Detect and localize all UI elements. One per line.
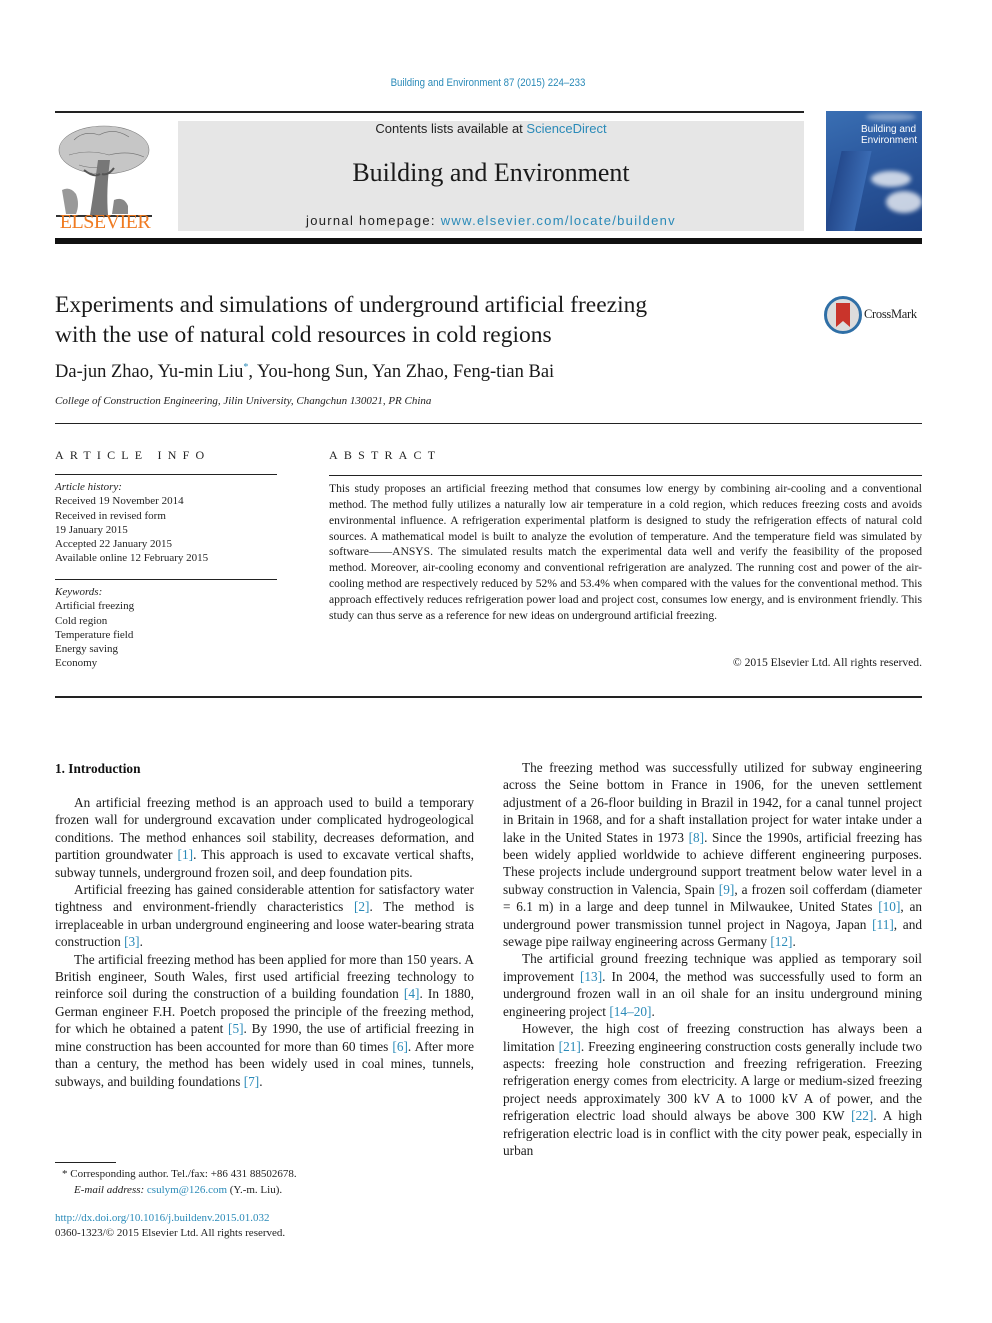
- keywords-label: Keywords:: [55, 586, 103, 598]
- abstract-text: This study proposes an artificial freezi…: [329, 482, 922, 622]
- homepage-line: journal homepage: www.elsevier.com/locat…: [178, 213, 804, 228]
- history-item: Received in revised form: [55, 509, 166, 522]
- email-label: E-mail address:: [74, 1184, 145, 1196]
- reference-link[interactable]: [11]: [872, 917, 894, 932]
- body-text: .: [139, 934, 143, 950]
- cover-cloud: [871, 171, 911, 187]
- reference-link[interactable]: [10]: [878, 899, 900, 914]
- journal-cover-image[interactable]: Building and Environment: [826, 111, 922, 231]
- body-paragraph: Artificial freezing has gained considera…: [55, 881, 474, 951]
- author-list: Da-jun Zhao, Yu-min Liu*, You-hong Sun, …: [55, 362, 554, 383]
- email-line: E-mail address: csulym@126.com (Y.-m. Li…: [62, 1182, 297, 1198]
- reference-link[interactable]: [7]: [244, 1074, 260, 1089]
- homepage-prefix: journal homepage:: [306, 213, 441, 228]
- journal-masthead: Contents lists available at ScienceDirec…: [178, 121, 804, 231]
- contents-line: Contents lists available at ScienceDirec…: [178, 121, 804, 136]
- body-text: .: [792, 934, 796, 950]
- cover-building-graphic: [826, 151, 872, 231]
- section-title-introduction: 1. Introduction: [55, 761, 141, 776]
- keyword-item: Economy: [55, 657, 98, 670]
- keyword-item: Temperature field: [55, 628, 134, 641]
- body-paragraph: However, the high cost of freezing const…: [503, 1020, 922, 1159]
- article-history: Article history: Received 19 November 20…: [55, 480, 277, 566]
- title-separator: [55, 423, 922, 424]
- email-suffix: (Y.-m. Liu).: [227, 1184, 283, 1196]
- keywords-rule: [55, 579, 277, 580]
- doi-block: http://dx.doi.org/10.1016/j.buildenv.201…: [55, 1211, 285, 1241]
- article-title: Experiments and simulations of undergrou…: [55, 290, 775, 350]
- elsevier-wordmark[interactable]: ELSEVIER: [54, 211, 156, 234]
- article-info-heading: ARTICLE INFO: [55, 448, 211, 462]
- reference-link[interactable]: [12]: [770, 934, 792, 949]
- cover-cloud: [886, 191, 922, 213]
- history-item: Available online 12 February 2015: [55, 552, 209, 565]
- body-paragraph: The freezing method was successfully uti…: [503, 759, 922, 950]
- abstract-heading: ABSTRACT: [329, 448, 442, 462]
- history-item: 19 January 2015: [55, 523, 128, 536]
- keyword-item: Artificial freezing: [55, 600, 135, 613]
- crossmark-label: CrossMark: [864, 307, 917, 321]
- reference-link[interactable]: [9]: [719, 882, 735, 897]
- crossmark-icon: [824, 296, 862, 334]
- history-item: Accepted 22 January 2015: [55, 538, 172, 551]
- masthead-rule: [55, 238, 922, 244]
- article-info-rule: [55, 474, 277, 475]
- reference-link[interactable]: [1]: [178, 847, 194, 862]
- footnote-rule: [55, 1162, 116, 1163]
- affiliation: College of Construction Engineering, Jil…: [55, 395, 432, 407]
- article-title-line: Experiments and simulations of undergrou…: [55, 292, 648, 318]
- sciencedirect-link[interactable]: ScienceDirect: [526, 121, 606, 136]
- contents-prefix: Contents lists available at: [375, 121, 527, 136]
- article-history-label: Article history:: [55, 481, 122, 493]
- cover-title-line: Building and: [861, 124, 917, 135]
- journal-title: Building and Environment: [352, 158, 630, 187]
- authors-first: Da-jun Zhao, Yu-min Liu: [55, 362, 244, 383]
- body-paragraph: The artificial freezing method has been …: [55, 951, 474, 1090]
- abstract-bottom-rule: [55, 696, 922, 698]
- keyword-item: Energy saving: [55, 643, 119, 656]
- reference-link[interactable]: [8]: [689, 830, 705, 845]
- crossmark-button[interactable]: CrossMark: [824, 296, 939, 336]
- cover-title: Building and Environment: [861, 124, 917, 146]
- body-text: .: [259, 1073, 263, 1089]
- body-column-right: The freezing method was successfully uti…: [503, 759, 922, 1159]
- article-title-line: with the use of natural cold resources i…: [55, 322, 552, 348]
- authors-rest: , You-hong Sun, Yan Zhao, Feng-tian Bai: [248, 362, 555, 383]
- reference-link[interactable]: [21]: [559, 1039, 581, 1054]
- body-paragraph: The artificial ground freezing technique…: [503, 950, 922, 1020]
- keyword-item: Cold region: [55, 614, 108, 627]
- journal-citation-link[interactable]: Building and Environment 87 (2015) 224–2…: [59, 77, 918, 89]
- footnote: * Corresponding author. Tel./fax: +86 43…: [62, 1166, 297, 1198]
- header-rule: [55, 111, 804, 113]
- email-link[interactable]: csulym@126.com: [147, 1184, 227, 1196]
- reference-link[interactable]: [3]: [124, 934, 140, 949]
- reference-link[interactable]: [2]: [354, 899, 370, 914]
- body-paragraph: An artificial freezing method is an appr…: [55, 794, 474, 881]
- abstract-rule: [329, 475, 922, 476]
- corresponding-author-note: * Corresponding author. Tel./fax: +86 43…: [62, 1166, 297, 1182]
- footnote-corresponding: Corresponding author. Tel./fax: +86 431 …: [70, 1168, 297, 1180]
- body-text: .: [651, 1003, 655, 1019]
- reference-link[interactable]: [6]: [392, 1039, 408, 1054]
- reference-link[interactable]: [14–20]: [609, 1004, 651, 1019]
- homepage-link[interactable]: www.elsevier.com/locate/buildenv: [441, 213, 676, 228]
- cover-title-line: Environment: [861, 135, 918, 146]
- reference-link[interactable]: [22]: [851, 1108, 873, 1123]
- doi-link[interactable]: http://dx.doi.org/10.1016/j.buildenv.201…: [55, 1211, 285, 1226]
- reference-link[interactable]: [4]: [404, 986, 420, 1001]
- reference-link[interactable]: [5]: [228, 1021, 244, 1036]
- footnote-marker: *: [62, 1168, 68, 1180]
- cover-cloud: [866, 113, 916, 121]
- keywords: Keywords: Artificial freezing Cold regio…: [55, 585, 277, 671]
- issn-copyright: 0360-1323/© 2015 Elsevier Ltd. All right…: [55, 1227, 286, 1239]
- body-column-left: An artificial freezing method is an appr…: [55, 794, 474, 1090]
- reference-link[interactable]: [13]: [580, 969, 602, 984]
- history-item: Received 19 November 2014: [55, 495, 184, 508]
- abstract-copyright: © 2015 Elsevier Ltd. All rights reserved…: [732, 656, 922, 669]
